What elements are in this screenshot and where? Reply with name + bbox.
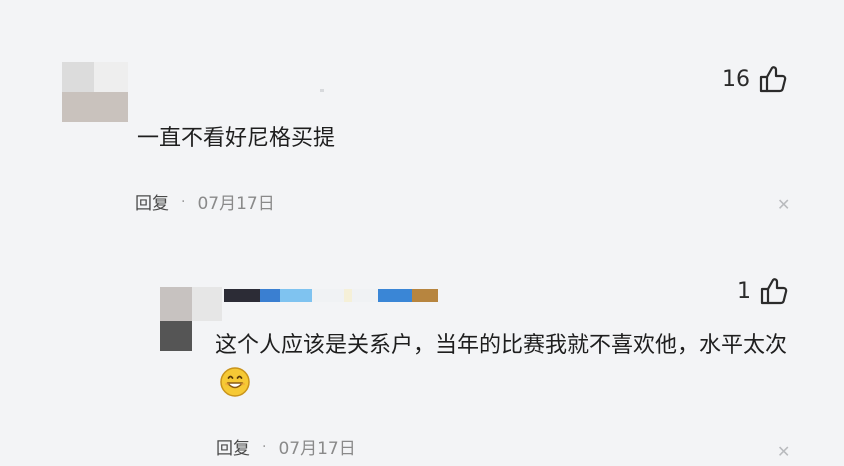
reply-text-content: 这个人应该是关系户，当年的比赛我就不喜欢他，水平太次 xyxy=(215,333,788,358)
like-button[interactable]: 16 xyxy=(722,64,788,94)
close-icon[interactable]: ✕ xyxy=(777,197,790,213)
like-count: 1 xyxy=(737,278,751,304)
username-placeholder xyxy=(320,89,324,92)
like-button[interactable]: 1 xyxy=(737,276,789,306)
avatar[interactable] xyxy=(160,287,222,351)
username-placeholder[interactable] xyxy=(224,289,438,302)
avatar[interactable] xyxy=(62,62,128,122)
comment-date: 07月17日 xyxy=(197,194,275,214)
reply-button[interactable]: 回复 xyxy=(135,189,169,214)
close-icon[interactable]: ✕ xyxy=(777,444,790,460)
grinning-face-icon xyxy=(219,366,251,412)
thumbs-up-icon xyxy=(759,276,789,306)
reply-text: 这个人应该是关系户，当年的比赛我就不喜欢他，水平太次 xyxy=(215,326,805,412)
meta-separator: · xyxy=(262,438,267,455)
like-count: 16 xyxy=(722,66,750,92)
comment-meta: 回复 · 07月17日 xyxy=(216,434,356,460)
comment-text: 一直不看好尼格买提 xyxy=(137,126,336,151)
thumbs-up-icon xyxy=(758,64,788,94)
reply-button[interactable]: 回复 xyxy=(216,434,250,459)
comment-date: 07月17日 xyxy=(278,439,356,459)
comment-meta: 回复 · 07月17日 xyxy=(135,189,275,215)
meta-separator: · xyxy=(181,193,186,210)
